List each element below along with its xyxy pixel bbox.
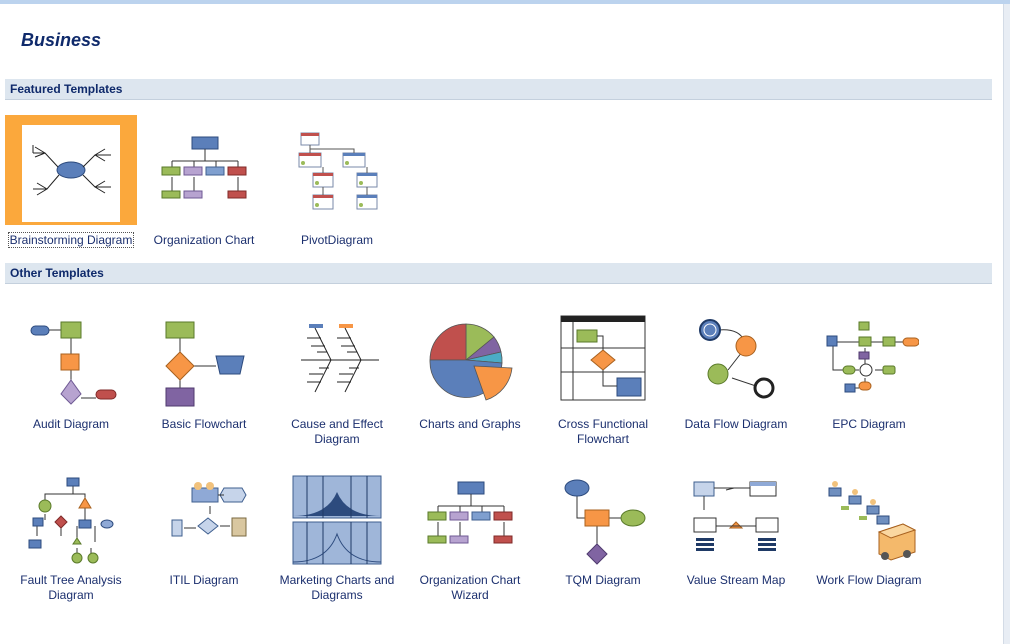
template-label: Basic Flowchart [161,417,247,431]
scrollbar[interactable] [1003,4,1010,644]
audit-diagram-icon [30,321,117,405]
template-value-stream-map[interactable]: Value Stream Map [670,460,802,600]
template-label-line1: Fault Tree Analysis [20,573,122,587]
template-thumbnail [271,115,403,225]
work-flow-diagram-icon [828,481,917,561]
template-thumbnail [5,300,137,410]
section-header-other: Other Templates [5,263,992,284]
template-marketing-charts-and-diagrams[interactable]: Marketing Charts and Diagrams [271,460,403,602]
template-label-line1: Marketing Charts and [279,573,395,587]
section-header-featured: Featured Templates [5,79,992,100]
organization-chart-wizard-icon [427,481,513,544]
template-cause-and-effect-diagram[interactable]: Cause and Effect Diagram [271,300,403,446]
template-brainstorming-diagram[interactable]: Brainstorming Diagram [5,115,137,251]
template-thumbnail [670,460,802,570]
template-thumbnail [803,300,935,410]
template-label: Work Flow Diagram [816,573,922,587]
template-thumbnail [5,460,137,570]
charts-graphs-icon [429,323,513,401]
template-audit-diagram[interactable]: Audit Diagram [5,300,137,440]
template-pivotdiagram[interactable]: PivotDiagram [271,115,403,251]
brainstorming-diagram-icon [32,145,111,196]
template-charts-and-graphs[interactable]: Charts and Graphs [404,300,536,440]
tqm-diagram-icon [564,479,646,565]
template-thumbnail [670,300,802,410]
template-label: ITIL Diagram [169,573,239,587]
template-label: Charts and Graphs [419,417,521,431]
template-label-line2: Wizard [451,588,489,602]
template-label: Value Stream Map [686,573,786,587]
template-label: TQM Diagram [565,573,641,587]
template-label-line2: Flowchart [576,432,629,446]
template-data-flow-diagram[interactable]: Data Flow Diagram [670,300,802,440]
template-label: PivotDiagram [300,233,374,247]
marketing-charts-icon [292,475,382,565]
template-label-line2: Diagrams [311,588,363,602]
template-label: Organization Chart [153,233,255,247]
template-fault-tree-analysis-diagram[interactable]: Fault Tree Analysis Diagram [5,460,137,602]
epc-diagram-icon [826,321,919,393]
template-cross-functional-flowchart[interactable]: Cross Functional Flowchart [537,300,669,446]
template-label: EPC Diagram [832,417,906,431]
cross-functional-flowchart-icon [560,315,646,401]
template-label-line1: Organization Chart [419,573,521,587]
window-top-border [0,0,1010,4]
template-thumbnail [404,460,536,570]
cause-effect-diagram-icon [301,324,379,393]
template-tqm-diagram[interactable]: TQM Diagram [537,460,669,600]
template-thumbnail [138,460,270,570]
value-stream-map-icon [693,481,779,551]
template-basic-flowchart[interactable]: Basic Flowchart [138,300,270,440]
data-flow-diagram-icon [699,319,775,399]
template-thumbnail [271,300,403,410]
fault-tree-icon [28,477,114,564]
template-organization-chart-wizard[interactable]: Organization Chart Wizard [404,460,536,602]
basic-flowchart-icon [165,321,245,407]
template-label: Audit Diagram [32,417,110,431]
template-thumbnail [138,300,270,410]
template-work-flow-diagram[interactable]: Work Flow Diagram [803,460,935,600]
template-label-line2: Diagram [48,588,94,602]
template-thumbnail [271,460,403,570]
template-label-line2: Diagram [314,432,360,446]
template-thumbnail [537,300,669,410]
template-thumbnail [5,115,137,225]
pivot-diagram-icon [298,132,378,210]
itil-diagram-icon [171,482,247,537]
template-thumbnail [537,460,669,570]
template-itil-diagram[interactable]: ITIL Diagram [138,460,270,600]
template-label: Brainstorming Diagram [7,232,135,248]
template-label: Data Flow Diagram [684,417,788,431]
template-thumbnail [138,115,270,225]
template-label-line1: Cause and Effect [291,417,383,431]
template-thumbnail [803,460,935,570]
organization-chart-icon [161,136,247,199]
template-organization-chart[interactable]: Organization Chart [138,115,270,251]
template-epc-diagram[interactable]: EPC Diagram [803,300,935,440]
page-title: Business [21,30,102,50]
template-label-line1: Cross Functional [557,417,649,431]
template-thumbnail [404,300,536,410]
